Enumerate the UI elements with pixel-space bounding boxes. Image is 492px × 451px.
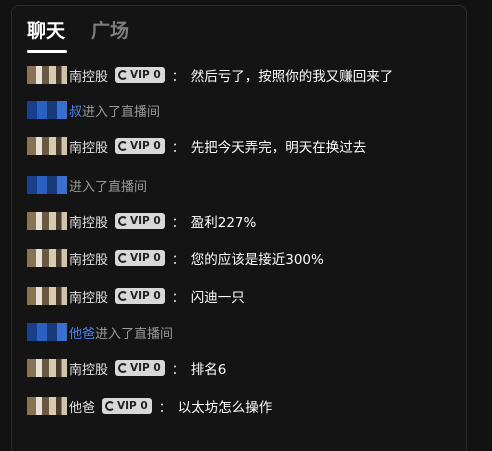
avatar[interactable]	[27, 323, 67, 341]
vip-label: VIP 0	[130, 140, 161, 152]
separator: ：	[171, 252, 185, 268]
username[interactable]: 南控股	[69, 249, 108, 268]
avatar[interactable]	[27, 359, 67, 377]
chat-message: 南控股 VIP 0 ： 闪迪一只	[27, 284, 245, 308]
vip-badge: VIP 0	[115, 213, 165, 229]
vip-label: VIP 0	[130, 215, 161, 227]
vip-badge: VIP 0	[115, 360, 165, 376]
separator: ：	[171, 362, 185, 378]
vip-label: VIP 0	[130, 252, 161, 264]
avatar[interactable]	[27, 137, 67, 155]
username[interactable]: 他爸	[69, 323, 95, 342]
join-notice: 进入了直播间	[69, 179, 148, 195]
separator: ：	[171, 69, 185, 85]
avatar[interactable]	[27, 249, 67, 267]
system-message: 叔 进入了直播间	[27, 98, 160, 122]
live-chat-panel: 聊天 广场 南控股 VIP 0 ： 然后亏了，按照你的我又赚回来了 叔 进入了直…	[11, 5, 467, 451]
active-tab-indicator	[27, 50, 67, 53]
vip-badge: VIP 0	[115, 67, 165, 83]
avatar[interactable]	[27, 397, 67, 415]
vip-icon	[118, 291, 129, 301]
username[interactable]: 南控股	[69, 359, 108, 378]
join-notice: 进入了直播间	[95, 326, 174, 342]
username[interactable]: 南控股	[69, 212, 108, 231]
avatar[interactable]	[27, 66, 67, 84]
username[interactable]: 南控股	[69, 287, 108, 306]
vip-icon	[118, 141, 129, 151]
username[interactable]: 他爸	[69, 397, 95, 416]
vip-label: VIP 0	[130, 69, 161, 81]
username[interactable]: 南控股	[69, 137, 108, 156]
vip-badge: VIP 0	[115, 250, 165, 266]
chat-message: 南控股 VIP 0 ： 先把今天弄完，明天在换过去	[27, 134, 366, 158]
vip-icon	[118, 253, 129, 263]
message-text: 您的应该是接近300%	[190, 252, 324, 268]
message-text: 然后亏了，按照你的我又赚回来了	[190, 69, 394, 85]
message-text: 以太坊怎么操作	[177, 400, 273, 416]
vip-icon	[118, 216, 129, 226]
separator: ：	[158, 400, 172, 416]
chat-message: 南控股 VIP 0 ： 然后亏了，按照你的我又赚回来了	[27, 63, 393, 87]
vip-label: VIP 0	[117, 400, 148, 412]
vip-icon	[118, 363, 129, 373]
tab-chat[interactable]: 聊天	[27, 20, 65, 42]
username[interactable]: 南控股	[69, 66, 108, 85]
chat-message: 南控股 VIP 0 ： 您的应该是接近300%	[27, 246, 324, 270]
separator: ：	[171, 140, 185, 156]
vip-badge: VIP 0	[102, 398, 152, 414]
separator: ：	[171, 290, 185, 306]
system-message: 进入了直播间	[27, 173, 147, 197]
avatar[interactable]	[27, 176, 67, 194]
avatar[interactable]	[27, 212, 67, 230]
username[interactable]: 叔	[69, 101, 82, 120]
tab-plaza[interactable]: 广场	[91, 20, 129, 42]
avatar[interactable]	[27, 287, 67, 305]
vip-icon	[105, 401, 116, 411]
vip-icon	[118, 70, 129, 80]
vip-badge: VIP 0	[115, 288, 165, 304]
vip-label: VIP 0	[130, 290, 161, 302]
chat-message: 南控股 VIP 0 ： 盈利227%	[27, 209, 256, 233]
chat-message: 南控股 VIP 0 ： 排名6	[27, 356, 226, 380]
chat-message: 他爸 VIP 0 ： 以太坊怎么操作	[27, 394, 272, 418]
vip-badge: VIP 0	[115, 138, 165, 154]
message-text: 盈利227%	[190, 215, 257, 231]
message-text: 排名6	[190, 362, 227, 378]
vip-label: VIP 0	[130, 362, 161, 374]
separator: ：	[171, 215, 185, 231]
join-notice: 进入了直播间	[82, 104, 161, 120]
message-text: 先把今天弄完，明天在换过去	[190, 140, 367, 156]
system-message: 他爸 进入了直播间	[27, 320, 173, 344]
avatar[interactable]	[27, 101, 67, 119]
message-text: 闪迪一只	[190, 290, 245, 306]
